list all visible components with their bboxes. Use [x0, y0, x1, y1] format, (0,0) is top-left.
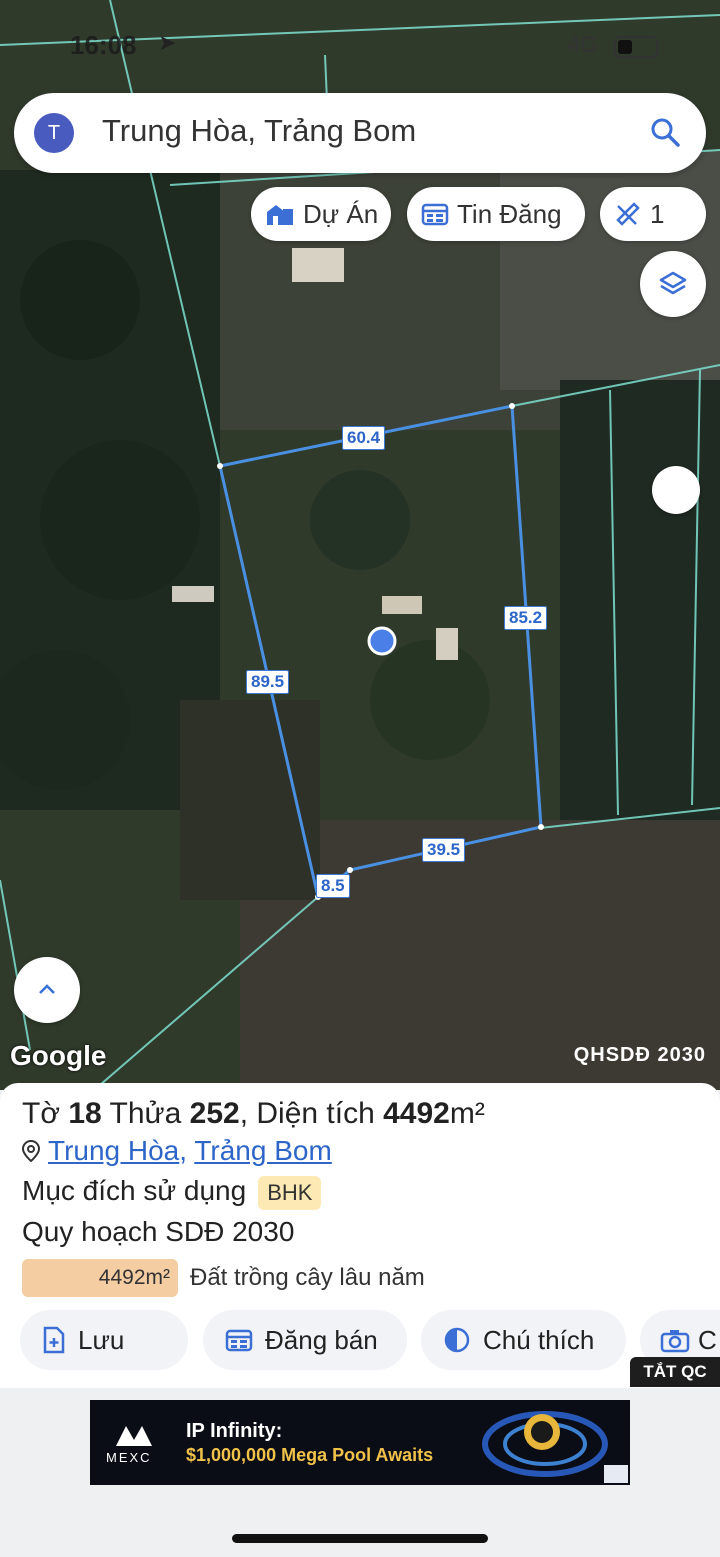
ad-banner[interactable]: MEXC IP Infinity: $1,000,000 Mega Pool A… [90, 1400, 630, 1485]
ad-brand: MEXC [106, 1450, 152, 1465]
parcel-info-sheet: Tờ 18 Thửa 252, Diện tích 4492m² Trung H… [0, 1083, 720, 1388]
chip-label: Tin Đăng [457, 198, 562, 229]
location-arrow-icon: ➤ [158, 30, 177, 55]
action-label: Đăng bán [265, 1324, 378, 1355]
avatar[interactable]: T [34, 113, 74, 153]
ad-subline: $1,000,000 Mega Pool Awaits [186, 1445, 434, 1465]
current-location-dot [367, 626, 397, 656]
chip-measure[interactable]: 1 [600, 187, 706, 241]
plan-label: Quy hoạch SDĐ 2030 [22, 1216, 295, 1247]
action-label: C [698, 1324, 717, 1355]
sheet-number: 18 [68, 1097, 102, 1130]
google-attribution: Google [10, 1040, 107, 1071]
plot-prefix: Thửa [109, 1097, 182, 1130]
layers-icon [659, 271, 687, 295]
district-link[interactable]: Trảng Bom [194, 1135, 331, 1166]
action-label: Chú thích [483, 1324, 595, 1355]
action-label: Lưu [78, 1324, 125, 1355]
land-purpose: Mục đích sử dụng BHK [22, 1175, 322, 1210]
ad-graphic [482, 1411, 608, 1477]
status-time: 16:08 [70, 30, 137, 60]
chip-tin-dang[interactable]: Tin Đăng [407, 187, 585, 241]
collapse-button[interactable] [14, 957, 80, 1023]
purpose-label: Mục đích sử dụng [22, 1175, 247, 1206]
mexc-logo-icon [116, 1426, 152, 1446]
sheet-prefix: Tờ [22, 1097, 60, 1130]
chevron-up-icon [39, 984, 55, 994]
segment-label-right: 85.2 [504, 606, 548, 630]
plan-area-swatch: 4492m² [22, 1259, 178, 1297]
close-ad-button[interactable]: TẮT QC [630, 1357, 720, 1387]
search-query[interactable]: Trung Hòa, Trảng Bom [102, 113, 416, 149]
search-icon[interactable] [648, 115, 682, 149]
area-unit: m² [449, 1097, 485, 1130]
overlay-label: QHSDĐ 2030 [573, 1044, 706, 1066]
calendar-icon [225, 1329, 253, 1352]
legend-button[interactable]: Chú thích [421, 1310, 626, 1370]
network-type: 4G [568, 32, 598, 57]
status-bar: 16:08 ➤ 4G [0, 28, 720, 62]
segment-label-left: 89.5 [246, 670, 290, 694]
chip-du-an[interactable]: Dự Án [251, 187, 391, 241]
parcel-title: Tờ 18 Thửa 252, Diện tích 4492m² [22, 1097, 485, 1131]
segment-label-bottom: 39.5 [422, 838, 466, 862]
chip-label: Dự Án [303, 198, 379, 229]
layers-button[interactable] [640, 251, 706, 317]
chip-label: 1 [650, 198, 665, 229]
area-value: 4492 [383, 1097, 450, 1130]
pin-icon [21, 1139, 41, 1163]
battery-icon [614, 36, 658, 58]
area-prefix: , Diện tích [239, 1097, 375, 1130]
building-icon [267, 205, 293, 225]
purpose-badge: BHK [258, 1175, 322, 1210]
plan-use: Đất trồng cây lâu năm [190, 1264, 425, 1291]
save-button[interactable]: Lưu [20, 1310, 188, 1370]
plot-number: 252 [189, 1097, 240, 1130]
segment-label-top: 60.4 [342, 426, 386, 450]
ad-choices-icon[interactable] [604, 1465, 628, 1483]
save-icon [43, 1326, 65, 1354]
segment-label-short: 8.5 [316, 874, 350, 898]
search-bar[interactable]: T Trung Hòa, Trảng Bom [14, 93, 706, 173]
parcel-location: Trung Hòa, Trảng Bom [21, 1135, 332, 1167]
home-indicator [232, 1534, 488, 1543]
plan-row: 4492m² Đất trồng cây lâu năm [22, 1258, 425, 1298]
listing-icon [421, 203, 449, 226]
map-control-dot[interactable] [652, 466, 700, 514]
commune-link[interactable]: Trung Hòa [48, 1135, 179, 1166]
camera-icon [660, 1330, 690, 1353]
ruler-icon [616, 202, 640, 226]
post-sale-button[interactable]: Đăng bán [203, 1310, 407, 1370]
ad-headline: IP Infinity: [186, 1420, 283, 1442]
contrast-icon [444, 1327, 470, 1353]
